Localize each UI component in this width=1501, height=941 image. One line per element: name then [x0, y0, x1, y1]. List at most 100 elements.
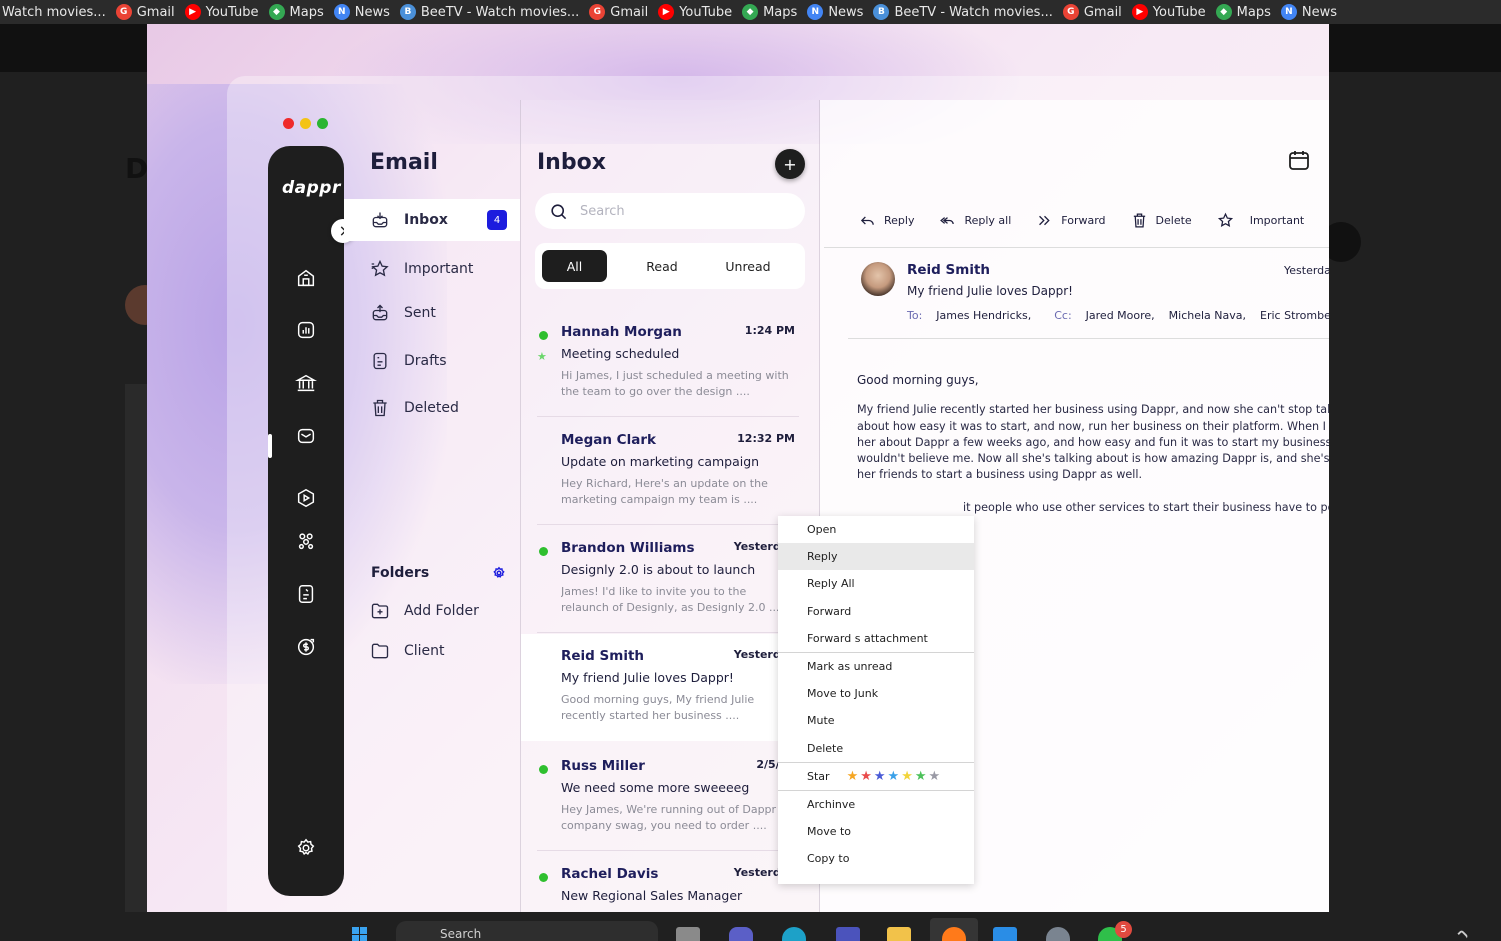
teams-icon[interactable]	[836, 927, 860, 941]
background-page-left: D	[0, 72, 165, 941]
context-menu-item[interactable]: Star ★ ★ ★ ★ ★ ★ ★	[778, 763, 974, 790]
star-color-icon[interactable]: ★	[874, 769, 886, 784]
maximize-dot[interactable]	[317, 118, 328, 129]
sidebar-home-icon[interactable]	[294, 266, 318, 290]
context-menu-item[interactable]: Move to	[778, 818, 974, 845]
taskbar-search[interactable]: Search	[396, 921, 658, 941]
mail-list-item[interactable]: ★ Hannah Morgan 1:24 PM Meeting scheduled Hi…	[521, 310, 803, 417]
context-menu-item[interactable]: Reply All	[778, 570, 974, 597]
star-color-icon[interactable]: ★	[901, 769, 913, 784]
dappr-logo[interactable]: dappr	[282, 178, 341, 198]
bookmark-item[interactable]: N News	[807, 4, 863, 20]
mail-list-item[interactable]: Reid Smith Yesterday My friend Julie loves…	[521, 634, 821, 741]
bookmark-item[interactable]: ◆ Maps	[268, 4, 324, 20]
context-menu-item[interactable]: Archinve	[778, 791, 974, 818]
vscode-icon[interactable]	[993, 927, 1017, 941]
mail-list-item[interactable]: Megan Clark 12:32 PM Update on marketing c…	[521, 418, 803, 525]
folder-item-client[interactable]: Client	[344, 630, 520, 672]
settings-gear-icon[interactable]	[294, 836, 318, 860]
meet-icon[interactable]	[729, 927, 753, 941]
sidebar-mail-icon[interactable]	[294, 424, 318, 448]
mail-divider	[537, 524, 799, 525]
nav-item-sent[interactable]: Sent	[344, 292, 520, 334]
close-dot[interactable]	[283, 118, 294, 129]
mail-sender: Brandon Williams	[561, 540, 695, 556]
mail-list-item[interactable]: Brandon Williams Yesterday Designly 2.0 is…	[521, 526, 803, 633]
cc-recipient[interactable]: Jared Moore,	[1086, 309, 1155, 322]
folders-settings-icon[interactable]	[492, 566, 506, 580]
tray-chevron-icon[interactable]	[1457, 929, 1469, 941]
bookmark-item[interactable]: ▶ YouTube	[184, 4, 259, 20]
edge-icon[interactable]	[782, 927, 806, 941]
important-button[interactable]: Important	[1217, 212, 1304, 229]
bookmark-item[interactable]: B BeeTV - Watch movies...	[873, 4, 1053, 20]
sidebar-document-icon[interactable]	[294, 582, 318, 606]
context-menu-item[interactable]: Move to Junk	[778, 680, 974, 707]
taskview-icon[interactable]	[676, 927, 700, 941]
news-icon: N	[333, 4, 350, 20]
calendar-icon[interactable]	[1287, 148, 1311, 172]
filter-read-tab[interactable]: Read	[627, 250, 697, 282]
sidebar-video-icon[interactable]	[294, 486, 318, 510]
bookmark-item[interactable]: B BeeTV - Watch movies...	[399, 4, 579, 20]
context-menu-item[interactable]: Open	[778, 516, 974, 543]
context-menu-item[interactable]: Reply	[778, 543, 974, 571]
bookmark-item[interactable]: ▶ YouTube	[658, 4, 732, 20]
bookmark-item[interactable]: ◆ Maps	[1215, 4, 1271, 20]
sidebar-team-icon[interactable]	[294, 529, 318, 553]
star-icon[interactable]: ★	[537, 350, 547, 363]
bookmark-item[interactable]: G Gmail	[589, 4, 648, 20]
bookmark-item[interactable]: G Gmail	[115, 4, 175, 20]
star-color-icon[interactable]: ★	[847, 769, 859, 784]
star-color-icon[interactable]: ★	[888, 769, 900, 784]
nav-item-drafts[interactable]: Drafts	[344, 340, 520, 382]
bookmark-item[interactable]: BWatch movies...	[2, 5, 106, 20]
star-icon	[371, 259, 389, 277]
context-menu-item[interactable]: Forward	[778, 598, 974, 625]
nav-item-inbox[interactable]: Inbox 4	[344, 199, 520, 241]
cc-recipient[interactable]: Michela Nava,	[1169, 309, 1246, 322]
context-menu-item[interactable]: Mark as unread	[778, 653, 974, 680]
bookmark-item[interactable]: ▶ YouTube	[1131, 4, 1206, 20]
context-menu-item[interactable]: Forward s attachment	[778, 625, 974, 652]
minimize-dot[interactable]	[300, 118, 311, 129]
reply-all-button[interactable]: Reply all	[939, 212, 1011, 229]
context-menu-label: Star	[807, 769, 830, 783]
forward-button[interactable]: Forward	[1036, 212, 1106, 229]
mail-sender: Russ Miller	[561, 758, 645, 774]
sidebar-bank-icon[interactable]	[294, 371, 318, 395]
sidebar-payment-icon[interactable]	[294, 635, 318, 659]
context-menu-item[interactable]: Mute	[778, 707, 974, 734]
context-menu-item[interactable]: Copy to	[778, 845, 974, 872]
body-line: wouldn't believe me. Now all she's talki…	[857, 452, 1329, 466]
nav-item-deleted[interactable]: Deleted	[344, 387, 520, 429]
sidebar-analytics-icon[interactable]	[294, 318, 318, 342]
bookmark-item[interactable]: N News	[333, 4, 390, 20]
bookmark-item[interactable]: G Gmail	[1062, 4, 1122, 20]
to-recipient[interactable]: James Hendricks,	[936, 309, 1031, 322]
star-color-icon[interactable]: ★	[929, 769, 941, 784]
windows-start-icon[interactable]	[352, 927, 367, 941]
reply-all-icon	[940, 217, 955, 225]
context-menu-item[interactable]: Delete	[778, 735, 974, 762]
search-box[interactable]: Search	[535, 193, 805, 229]
search-input[interactable]: Search	[580, 204, 625, 219]
add-folder-item[interactable]: Add Folder	[344, 590, 520, 632]
reply-button[interactable]: Reply	[859, 212, 914, 229]
compose-button[interactable]: +	[775, 149, 805, 179]
bookmark-item[interactable]: N News	[1280, 4, 1337, 20]
mail-list-item[interactable]: Rachel Davis Yesterday New Regional Sales …	[521, 852, 803, 912]
icon-sidebar: dappr	[268, 146, 344, 896]
mail-list-item[interactable]: Russ Miller 2/5/23 We need some more sweee…	[521, 744, 803, 851]
nav-deleted-label: Deleted	[404, 400, 459, 416]
star-color-icon[interactable]: ★	[860, 769, 872, 784]
delete-button[interactable]: Delete	[1131, 212, 1192, 229]
cc-recipient[interactable]: Eric Stromberg	[1260, 309, 1329, 322]
nav-item-important[interactable]: Important	[344, 248, 520, 290]
settings-app-icon[interactable]	[1046, 927, 1070, 941]
star-color-icon[interactable]: ★	[915, 769, 927, 784]
explorer-icon[interactable]	[887, 927, 911, 941]
filter-unread-tab[interactable]: Unread	[711, 250, 785, 282]
filter-all-tab[interactable]: All	[542, 250, 607, 282]
bookmark-item[interactable]: ◆ Maps	[742, 4, 797, 20]
